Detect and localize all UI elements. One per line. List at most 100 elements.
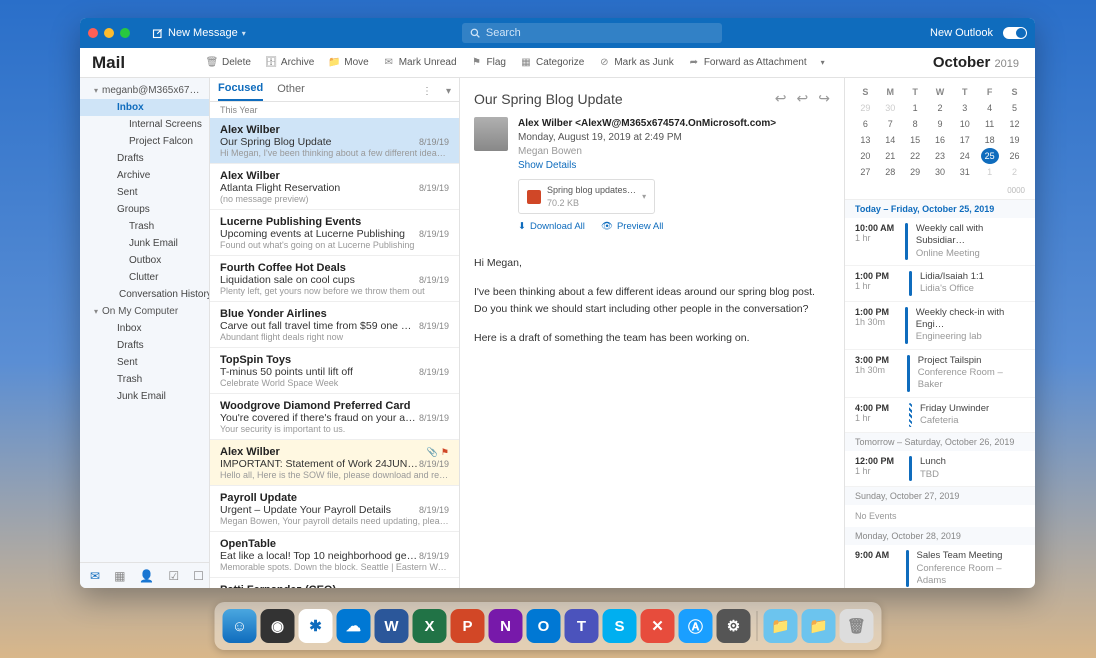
dock-teams[interactable]: T [565,609,599,643]
calendar-day[interactable]: 10 [956,116,974,132]
folder-sent[interactable]: Sent [80,354,209,371]
dock-app-red[interactable]: ✕ [641,609,675,643]
message-item[interactable]: Alex WilberAtlanta Flight Reservation8/1… [210,164,459,210]
mark-junk-button[interactable]: ⊘Mark as Junk [592,54,679,72]
flag-button[interactable]: ⚑Flag [465,54,512,72]
archive-button[interactable]: 🗄Archive [259,54,320,72]
folder-trash[interactable]: Trash [80,371,209,388]
tab-other[interactable]: Other [277,83,305,100]
calendar-day[interactable]: 31 [956,164,974,180]
calendar-day[interactable]: 22 [906,148,924,164]
calendar-day[interactable]: 23 [931,148,949,164]
calendar-day[interactable]: 21 [881,148,899,164]
calendar-day[interactable]: 7 [881,116,899,132]
folder-junk-email[interactable]: Junk Email [80,388,209,405]
calendar-day[interactable]: 26 [1005,148,1023,164]
dock-siri[interactable]: ◉ [261,609,295,643]
categorize-button[interactable]: ▦Categorize [514,54,590,72]
folder-outbox[interactable]: Outbox [80,252,209,269]
calendar-month-year[interactable]: October 2019 [933,54,1025,71]
folder-internal-screens[interactable]: Internal Screens [80,116,209,133]
dock-settings[interactable]: ⚙ [717,609,751,643]
dock-onedrive[interactable]: ☁ [337,609,371,643]
calendar-day[interactable]: 2 [931,100,949,116]
calendar-day[interactable]: 5 [1005,100,1023,116]
dock-excel[interactable]: X [413,609,447,643]
minimize-window-button[interactable] [104,28,114,38]
message-item[interactable]: Blue Yonder AirlinesCarve out fall trave… [210,302,459,348]
reply-icon[interactable]: ↩ [775,90,787,107]
calendar-day[interactable]: 24 [956,148,974,164]
show-details-link[interactable]: Show Details [518,159,776,173]
calendar-nav-icon[interactable]: ▦ [114,569,125,583]
calendar-day[interactable]: 4 [981,100,999,116]
calendar-day[interactable]: 11 [981,116,999,132]
forward-attachment-button[interactable]: ➦Forward as Attachment [682,54,813,72]
dock-finder[interactable]: ☺ [223,609,257,643]
tab-focused[interactable]: Focused [218,82,263,101]
new-outlook-toggle[interactable] [1003,27,1027,39]
dock-outlook[interactable]: O [527,609,561,643]
calendar-day[interactable]: 29 [856,100,874,116]
dock-word[interactable]: W [375,609,409,643]
folder-drafts[interactable]: Drafts [80,150,209,167]
filter-icon[interactable]: ⋮ [422,86,432,97]
mail-nav-icon[interactable]: ✉ [90,569,100,583]
calendar-day[interactable]: 18 [981,132,999,148]
calendar-day[interactable]: 13 [856,132,874,148]
zoom-window-button[interactable] [120,28,130,38]
dock-trash[interactable]: 🗑 [840,609,874,643]
folder-inbox[interactable]: Inbox [80,320,209,337]
forward-icon[interactable]: ↪ [818,90,830,107]
folder-groups[interactable]: Groups [80,201,209,218]
agenda-event[interactable]: 9:00 AMSales Team MeetingConference Room… [845,545,1035,588]
dock-skype[interactable]: S [603,609,637,643]
filter-chevron-icon[interactable]: ▾ [446,86,451,97]
tasks-nav-icon[interactable]: ☑ [168,569,179,583]
mark-unread-button[interactable]: ✉Mark Unread [377,54,463,72]
search-input[interactable]: Search [462,23,722,43]
calendar-day[interactable]: 17 [956,132,974,148]
calendar-day[interactable]: 15 [906,132,924,148]
account-header-1[interactable]: meganb@M365x674574.on… [80,82,209,99]
account-header-2[interactable]: On My Computer [80,303,209,320]
people-nav-icon[interactable]: 👤 [139,569,154,583]
calendar-day[interactable]: 1 [981,164,999,180]
calendar-day[interactable]: 3 [956,100,974,116]
attachment-chip[interactable]: Spring blog updates… 70.2 KB ▾ [518,179,655,214]
message-item[interactable]: Alex Wilber📎⚑IMPORTANT: Statement of Wor… [210,440,459,486]
calendar-day[interactable]: 29 [906,164,924,180]
calendar-day[interactable]: 27 [856,164,874,180]
calendar-day[interactable]: 19 [1005,132,1023,148]
folder-inbox[interactable]: Inbox [80,99,209,116]
move-button[interactable]: 📁Move [322,54,374,72]
calendar-day[interactable]: 25 [981,148,999,164]
calendar-day[interactable]: 14 [881,132,899,148]
agenda-event[interactable]: 10:00 AM1 hrWeekly call with Subsidiar…O… [845,218,1035,266]
folder-conversation-history[interactable]: Conversation History [80,286,209,303]
calendar-day[interactable]: 30 [881,100,899,116]
calendar-day[interactable]: 8 [906,116,924,132]
dock-powerpoint[interactable]: P [451,609,485,643]
agenda-event[interactable]: 4:00 PM1 hrFriday UnwinderCafeteria [845,398,1035,434]
folder-clutter[interactable]: Clutter [80,269,209,286]
calendar-day[interactable]: 30 [931,164,949,180]
folder-sent[interactable]: Sent [80,184,209,201]
agenda-event[interactable]: 3:00 PM1h 30mProject TailspinConference … [845,350,1035,398]
calendar-day[interactable]: 28 [881,164,899,180]
agenda-event[interactable]: 1:00 PM1 hrLidia/Isaiah 1:1Lidia's Offic… [845,266,1035,302]
agenda-event[interactable]: 12:00 PM1 hrLunchTBD [845,451,1035,487]
sender-avatar[interactable] [474,117,508,151]
dock-folder-2[interactable]: 📁 [802,609,836,643]
close-window-button[interactable] [88,28,98,38]
calendar-day[interactable]: 12 [1005,116,1023,132]
message-item[interactable]: Lucerne Publishing EventsUpcoming events… [210,210,459,256]
notes-nav-icon[interactable]: ☐ [193,569,204,583]
dock-folder-1[interactable]: 📁 [764,609,798,643]
dock-safari[interactable]: ✱ [299,609,333,643]
message-item[interactable]: Woodgrove Diamond Preferred CardYou're c… [210,394,459,440]
toolbar-more-button[interactable]: ▾ [815,55,831,70]
calendar-day[interactable]: 2 [1005,164,1023,180]
reply-all-icon[interactable]: ↩ [797,90,809,107]
calendar-day[interactable]: 16 [931,132,949,148]
